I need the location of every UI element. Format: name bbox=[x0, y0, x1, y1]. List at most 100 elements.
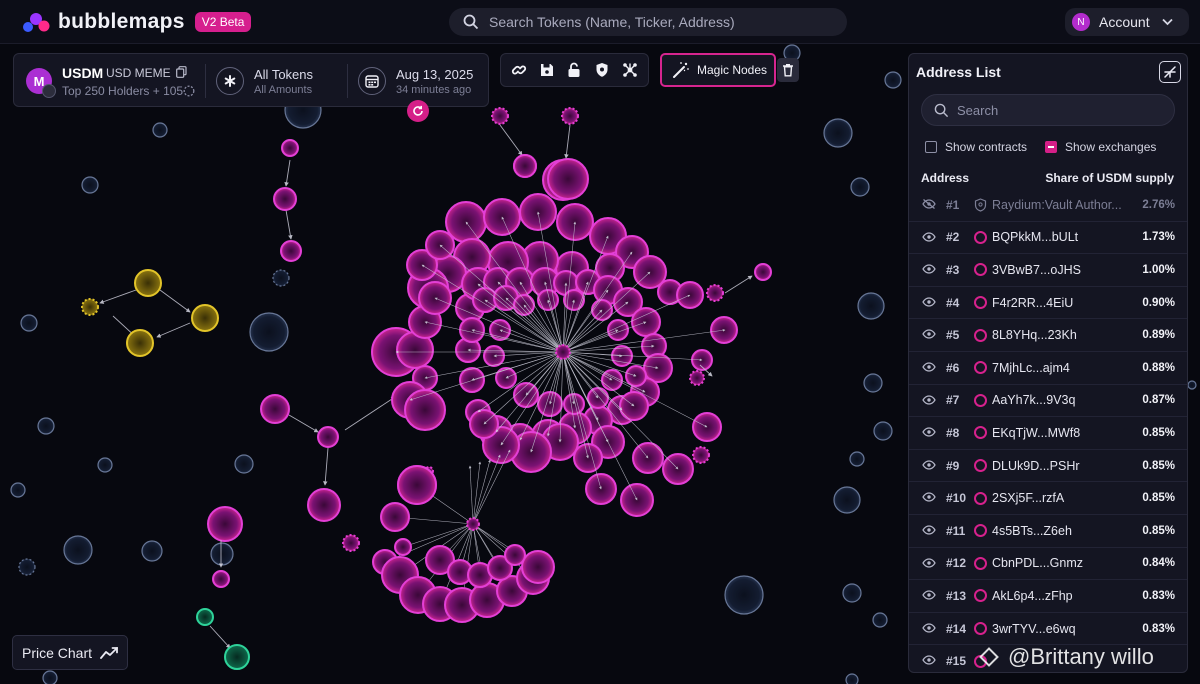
bubble[interactable] bbox=[196, 608, 214, 626]
eye-icon[interactable] bbox=[922, 590, 936, 600]
bubble[interactable] bbox=[317, 426, 339, 448]
bubble[interactable] bbox=[555, 344, 571, 360]
transfer-link[interactable] bbox=[99, 289, 137, 304]
transfer-link[interactable] bbox=[562, 309, 603, 353]
bubble[interactable] bbox=[724, 575, 764, 615]
bubble[interactable] bbox=[394, 538, 412, 556]
address-row[interactable]: #14 3wrTYV...e6wq 0.83% bbox=[909, 613, 1187, 646]
row-address[interactable]: BQPkkM...bULt bbox=[992, 230, 1078, 244]
bubble[interactable] bbox=[504, 544, 526, 566]
bubble[interactable] bbox=[10, 482, 26, 498]
row-address[interactable]: 2SXj5F...rzfA bbox=[992, 491, 1064, 505]
bubble[interactable] bbox=[845, 673, 859, 684]
magic-nodes-button[interactable]: Magic Nodes bbox=[660, 53, 776, 87]
address-row[interactable]: #10 2SXj5F...rzfA 0.85% bbox=[909, 482, 1187, 515]
eye-icon[interactable] bbox=[922, 329, 936, 339]
eye-icon[interactable] bbox=[922, 427, 936, 437]
bubble[interactable] bbox=[754, 263, 772, 281]
bubble[interactable] bbox=[207, 506, 243, 542]
bubble[interactable] bbox=[272, 269, 290, 287]
address-row[interactable]: #5 8L8YHq...23Kh 0.89% bbox=[909, 319, 1187, 352]
address-row[interactable]: #4 F4r2RR...4EiU 0.90% bbox=[909, 287, 1187, 320]
address-row[interactable]: #2 BQPkkM...bULt 1.73% bbox=[909, 222, 1187, 255]
price-chart-button[interactable]: Price Chart bbox=[12, 635, 128, 670]
row-address[interactable]: F4r2RR...4EiU bbox=[992, 296, 1073, 310]
token-filter-button[interactable] bbox=[216, 67, 244, 95]
bubble[interactable] bbox=[97, 457, 113, 473]
bubble[interactable] bbox=[873, 421, 893, 441]
show-exchanges-checkbox[interactable] bbox=[1045, 141, 1057, 153]
row-address[interactable]: 7MjhLc...ajm4 bbox=[992, 361, 1070, 375]
bubble[interactable] bbox=[872, 612, 888, 628]
transfer-link[interactable] bbox=[564, 124, 571, 159]
bubble[interactable] bbox=[260, 394, 290, 424]
token-search-input[interactable]: Search Tokens (Name, Ticker, Address) bbox=[449, 8, 847, 36]
eye-icon[interactable] bbox=[922, 297, 936, 307]
bubble[interactable] bbox=[692, 446, 710, 464]
show-contracts-toggle[interactable]: Show contracts bbox=[925, 140, 1027, 154]
row-address[interactable]: AaYh7k...9V3q bbox=[992, 393, 1075, 407]
lock-button[interactable] bbox=[563, 59, 585, 81]
address-row[interactable]: #9 DLUk9D...PSHr 0.85% bbox=[909, 450, 1187, 483]
copy-icon[interactable] bbox=[176, 66, 187, 78]
bubble[interactable] bbox=[342, 534, 360, 552]
bubble[interactable] bbox=[850, 177, 870, 197]
bubble[interactable] bbox=[212, 570, 230, 588]
transfer-link[interactable] bbox=[468, 465, 474, 525]
collapse-panel-button[interactable] bbox=[1159, 61, 1181, 83]
transfer-link[interactable] bbox=[472, 459, 491, 525]
row-address[interactable]: CbnPDL...Gnmz bbox=[992, 556, 1083, 570]
row-address[interactable]: EKqTjW...MWf8 bbox=[992, 426, 1080, 440]
bubble[interactable] bbox=[126, 329, 154, 357]
bubble[interactable] bbox=[234, 454, 254, 474]
transfer-link[interactable] bbox=[284, 159, 291, 187]
row-address[interactable]: Raydium:Vault Author... bbox=[992, 198, 1122, 212]
refresh-button[interactable] bbox=[407, 100, 429, 122]
bubble[interactable] bbox=[20, 314, 38, 332]
save-button[interactable] bbox=[536, 59, 558, 81]
address-row[interactable]: #11 4s5BTs...Z6eh 0.85% bbox=[909, 515, 1187, 548]
address-row[interactable]: #3 3VBwB7...oJHS 1.00% bbox=[909, 254, 1187, 287]
bubble[interactable] bbox=[42, 670, 58, 684]
transfer-link[interactable] bbox=[156, 322, 191, 338]
row-address[interactable]: AkL6p4...zFhp bbox=[992, 589, 1073, 603]
bubble[interactable] bbox=[466, 517, 480, 531]
bubble[interactable] bbox=[380, 502, 410, 532]
eye-icon[interactable] bbox=[922, 655, 936, 665]
bubble[interactable] bbox=[81, 176, 99, 194]
transfer-link[interactable] bbox=[285, 209, 293, 240]
eye-icon[interactable] bbox=[922, 460, 936, 470]
transfer-link[interactable] bbox=[323, 447, 329, 486]
eye-icon[interactable] bbox=[922, 492, 936, 502]
show-contracts-checkbox[interactable] bbox=[925, 141, 937, 153]
bubble[interactable] bbox=[561, 107, 579, 125]
bubble[interactable] bbox=[706, 284, 724, 302]
bubble[interactable] bbox=[521, 550, 555, 584]
bubble[interactable] bbox=[249, 312, 289, 352]
bubble[interactable] bbox=[81, 298, 99, 316]
bubble[interactable] bbox=[849, 451, 865, 467]
bubble[interactable] bbox=[280, 240, 302, 262]
address-row[interactable]: #8 EKqTjW...MWf8 0.85% bbox=[909, 417, 1187, 450]
bubble[interactable] bbox=[857, 292, 885, 320]
transfer-link[interactable] bbox=[209, 625, 231, 649]
address-row[interactable]: #1 Raydium:Vault Author... 2.76% bbox=[909, 189, 1187, 222]
bubble[interactable] bbox=[823, 118, 853, 148]
row-address[interactable]: 3wrTYV...e6wq bbox=[992, 622, 1076, 636]
row-address[interactable]: 4s5BTs...Z6eh bbox=[992, 524, 1072, 538]
address-row[interactable]: #13 AkL6p4...zFhp 0.83% bbox=[909, 580, 1187, 613]
row-address[interactable]: 3VBwB7...oJHS bbox=[992, 263, 1081, 277]
bubble[interactable] bbox=[18, 558, 36, 576]
transfer-link[interactable] bbox=[499, 124, 523, 156]
eye-icon[interactable] bbox=[922, 623, 936, 633]
bubble[interactable] bbox=[884, 71, 902, 89]
bubble[interactable] bbox=[689, 370, 705, 386]
row-address[interactable]: 8L8YHq...23Kh bbox=[992, 328, 1077, 342]
transfer-link[interactable] bbox=[288, 414, 319, 433]
bubble[interactable] bbox=[513, 154, 537, 178]
address-row[interactable]: #6 7MjhLc...ajm4 0.88% bbox=[909, 352, 1187, 385]
eye-icon[interactable] bbox=[922, 231, 936, 242]
transfer-link[interactable] bbox=[467, 348, 564, 353]
show-exchanges-toggle[interactable]: Show exchanges bbox=[1045, 140, 1156, 154]
network-button[interactable] bbox=[619, 59, 641, 81]
